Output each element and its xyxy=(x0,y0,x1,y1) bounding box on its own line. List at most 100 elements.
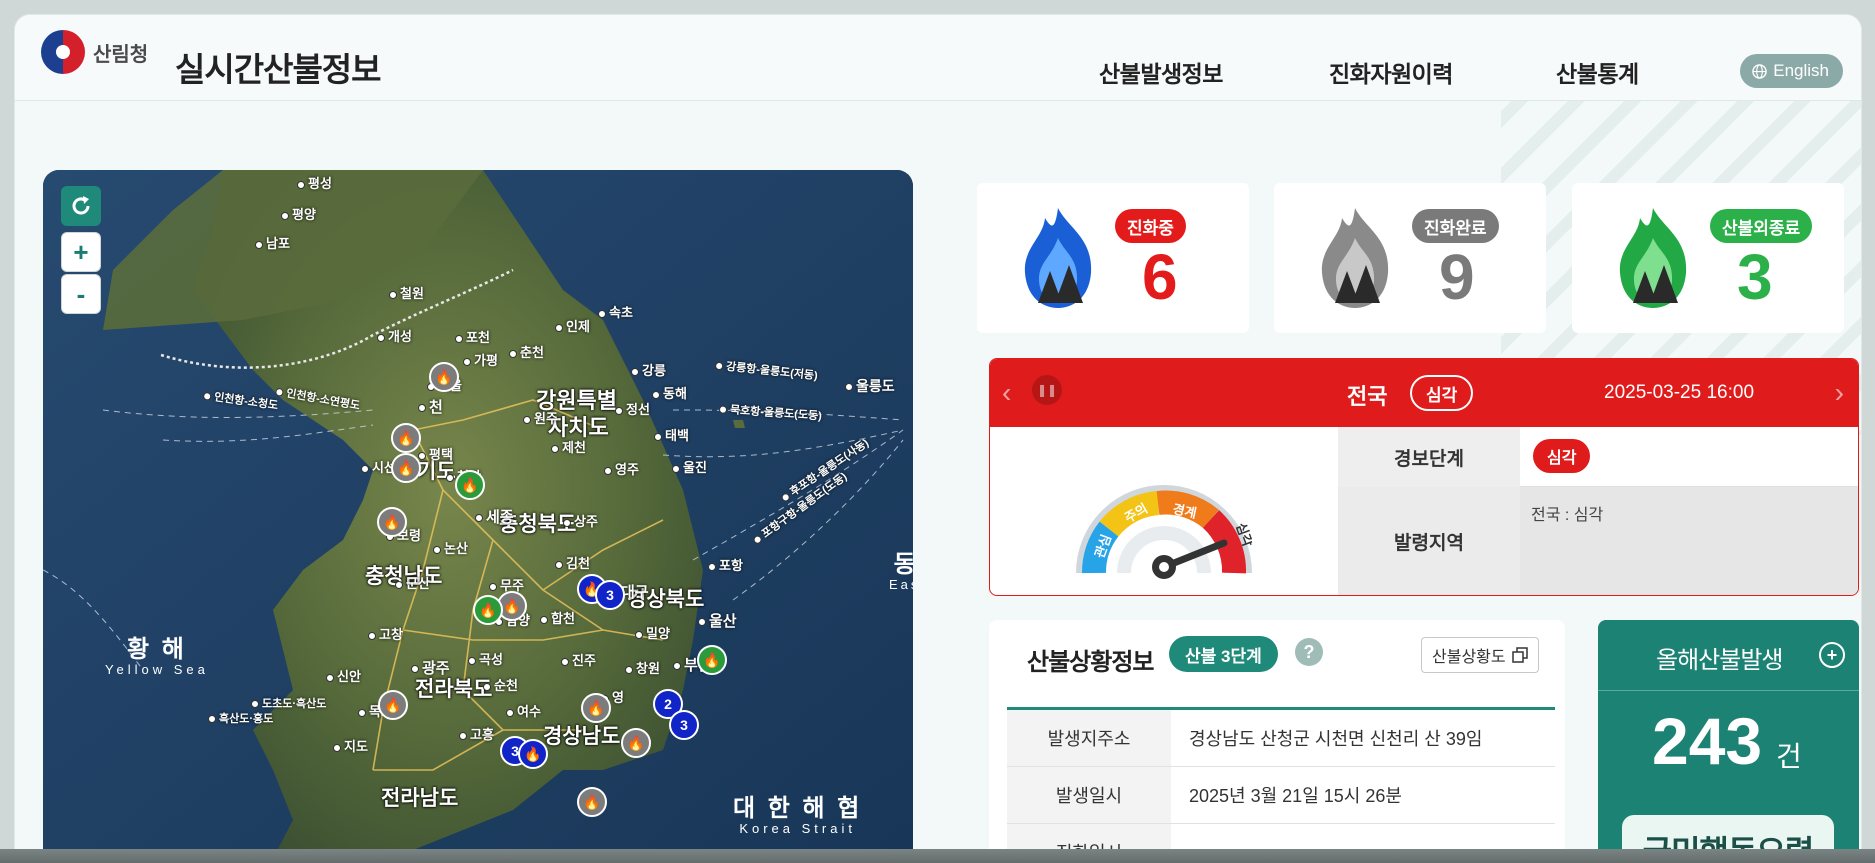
stat-card-completed[interactable]: 진화완료 9 xyxy=(1274,183,1546,333)
grey-fire-icon xyxy=(1321,208,1389,308)
fire-situation-panel: 산불상황정보 산불 3단계 ? 산불상황도 발생지주소 경상남도 산청군 시천면… xyxy=(989,620,1565,862)
region-gyeongnam: 경상남도 xyxy=(543,725,621,748)
zoom-in-button[interactable]: + xyxy=(61,232,101,272)
pause-button[interactable]: ❚❚ xyxy=(1032,375,1062,405)
alert-stage-row: 경보단계 심각 xyxy=(1338,427,1858,487)
stat-card-other-ended[interactable]: 산불외종료 3 xyxy=(1572,183,1844,333)
fire-marker-extinguished[interactable]: 🔥 xyxy=(581,693,611,723)
plus-icon[interactable]: + xyxy=(1819,642,1845,668)
city-gaeseong: 개성 xyxy=(377,326,412,345)
situation-info-table: 발생지주소 경상남도 산청군 시천면 신천리 산 39임 발생일시 2025년 … xyxy=(1007,707,1555,862)
table-row: 발생지주소 경상남도 산청군 시천면 신천리 산 39임 xyxy=(1007,710,1555,767)
row-label: 발생지주소 xyxy=(1007,710,1171,766)
stat-value: 9 xyxy=(1439,241,1475,313)
org-name: 산림청 xyxy=(93,43,149,66)
window-bottom-bar xyxy=(0,849,1875,863)
fire-marker-ended[interactable]: 🔥 xyxy=(473,595,503,625)
satellite-map[interactable]: + - 강원특별 자치도 충청북도 충청남도 전라북도 전라남도 경상남도 경상… xyxy=(43,170,913,862)
city-gapyeong: 가평 xyxy=(463,350,498,369)
situation-map-label: 산불상황도 xyxy=(1432,649,1506,666)
fire-marker-active-cluster[interactable]: 3 xyxy=(669,710,699,740)
prev-arrow-icon[interactable]: ‹ xyxy=(1002,377,1011,409)
city-goheung: 고흥 xyxy=(459,724,494,743)
ferry-docho-heuksan: 도초도·흑산도 xyxy=(251,695,326,711)
yearly-title: 올해산불발생 xyxy=(1656,647,1783,674)
fire-marker-extinguished[interactable]: 🔥 xyxy=(429,362,459,392)
city-yeongju: 영주 xyxy=(604,459,639,478)
east-sea-en: Eas xyxy=(889,577,913,593)
alert-header: ‹ ❚❚ 전국 심각 2025-03-25 16:00 › xyxy=(990,359,1858,427)
logo[interactable]: 산림청 xyxy=(41,30,148,74)
alert-gauge: 관심 주의 경계 심각 xyxy=(1076,485,1252,579)
stat-card-in-progress[interactable]: 진화중 6 xyxy=(977,183,1249,333)
yellow-sea-en: Yellow Sea xyxy=(105,662,209,678)
fire-marker-active[interactable]: 🔥 xyxy=(518,739,548,769)
east-sea-label: 동 Eas xyxy=(889,551,913,593)
city-sangju: 상주 xyxy=(563,511,598,530)
east-sea-ko: 동 xyxy=(889,551,913,578)
yearly-fire-count-panel: 올해산불발생 + 243 건 국민행동요령 xyxy=(1598,620,1859,862)
next-arrow-icon[interactable]: › xyxy=(1835,377,1844,409)
green-fire-icon xyxy=(1619,208,1687,308)
fire-marker-extinguished[interactable]: 🔥 xyxy=(391,423,421,453)
fire-marker-extinguished[interactable]: 🔥 xyxy=(377,507,407,537)
city-pyongyang: 평양 xyxy=(281,204,316,223)
city-ulleungdo: 울릉도 xyxy=(845,376,895,396)
situation-stage-badge: 산불 3단계 xyxy=(1169,636,1278,672)
situation-title: 산불상황정보 xyxy=(1027,649,1154,676)
city-donghae: 동해 xyxy=(652,383,687,402)
header: 산림청 실시간산불정보 산불발생정보 진화자원이력 산불통계 English xyxy=(15,15,1861,101)
alert-area-value: 전국 : 심각 xyxy=(1531,507,1604,524)
region-jeonnam: 전라남도 xyxy=(381,787,459,810)
popup-window-icon xyxy=(1511,647,1528,663)
city-cheorwon: 철원 xyxy=(389,283,424,302)
language-button[interactable]: English xyxy=(1740,54,1843,88)
fire-marker-active-cluster[interactable]: 3 xyxy=(595,580,625,610)
city-gunsan: 군산 xyxy=(395,573,430,592)
korea-strait-label: 대 한 해 협 Korea Strait xyxy=(733,795,862,837)
city-gangneung: 강릉 xyxy=(631,360,666,379)
city-changwon: 창원 xyxy=(625,658,660,677)
city-jecheon: 제천 xyxy=(551,437,586,456)
fire-marker-ended[interactable]: 🔥 xyxy=(697,645,727,675)
table-row: 발생일시 2025년 3월 21일 15시 26분 xyxy=(1007,767,1555,824)
city-pohang: 포항 xyxy=(708,555,743,574)
alert-level-badge: 심각 xyxy=(1410,375,1474,411)
city-jido: 지도 xyxy=(333,736,368,755)
refresh-icon xyxy=(72,196,90,215)
fire-marker-extinguished[interactable]: 🔥 xyxy=(621,728,651,758)
city-pocheon: 포천 xyxy=(455,327,490,346)
blue-fire-icon xyxy=(1024,208,1092,308)
stat-label: 진화완료 xyxy=(1412,209,1499,243)
fire-marker-ended[interactable]: 🔥 xyxy=(455,470,485,500)
city-suncheon: 순천 xyxy=(483,675,518,694)
yearly-unit: 건 xyxy=(1776,741,1802,772)
help-icon[interactable]: ? xyxy=(1295,638,1323,666)
nav-resource-history[interactable]: 진화자원이력 xyxy=(1329,55,1453,89)
city-jeongseon: 정선 xyxy=(615,399,650,418)
city-pyeongtaek: 평택 xyxy=(418,444,453,463)
fire-marker-extinguished[interactable]: 🔥 xyxy=(577,787,607,817)
yearly-count: 243 xyxy=(1652,704,1763,778)
alert-area-label: 발령지역 xyxy=(1338,487,1520,595)
city-hapcheon: 합천 xyxy=(540,608,575,627)
divider xyxy=(1598,690,1859,691)
alert-stage-value: 심각 xyxy=(1533,439,1591,473)
row-label: 발생일시 xyxy=(1007,767,1171,823)
alert-area-row: 발령지역 전국 : 심각 xyxy=(1338,487,1858,595)
yellow-sea-label: 황 해 Yellow Sea xyxy=(105,636,209,678)
site-title[interactable]: 실시간산불정보 xyxy=(175,43,382,91)
city-nonsan: 논산 xyxy=(433,538,468,557)
city-sejong: 세종 xyxy=(475,506,514,527)
fire-marker-extinguished[interactable]: 🔥 xyxy=(391,453,421,483)
stat-value: 3 xyxy=(1737,241,1773,313)
nav-fire-occurrence[interactable]: 산불발생정보 xyxy=(1099,55,1223,89)
situation-map-button[interactable]: 산불상황도 xyxy=(1421,637,1539,673)
map-refresh-button[interactable] xyxy=(61,186,101,226)
city-sinan: 신안 xyxy=(326,666,361,685)
zoom-out-button[interactable]: - xyxy=(61,274,101,314)
stat-value: 6 xyxy=(1142,241,1178,313)
fire-marker-extinguished[interactable]: 🔥 xyxy=(378,690,408,720)
nav-fire-statistics[interactable]: 산불통계 xyxy=(1556,55,1639,89)
city-gochang: 고창 xyxy=(368,624,403,643)
